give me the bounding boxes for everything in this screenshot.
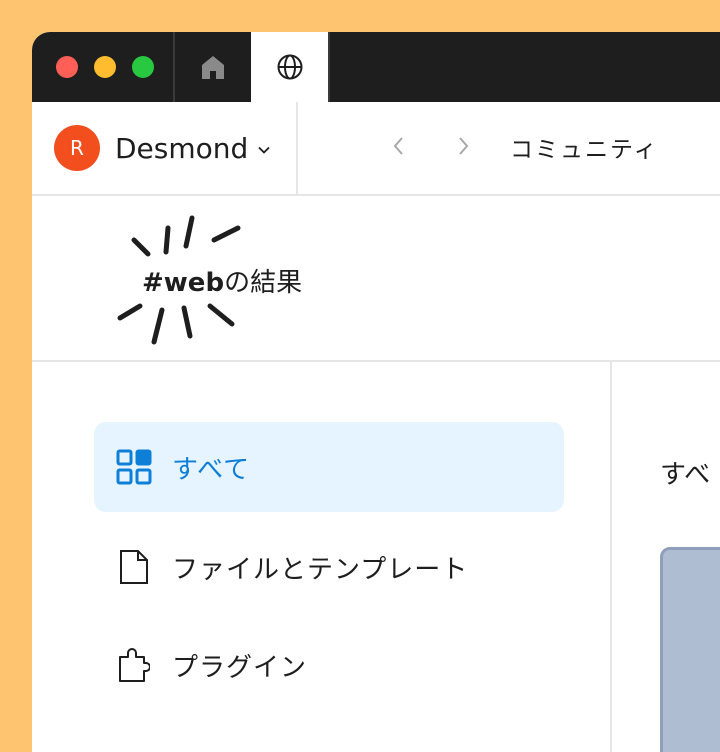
- tab-community[interactable]: [251, 32, 328, 102]
- search-tag: #web: [142, 268, 225, 298]
- sidebar-item-label: すべて: [172, 454, 251, 485]
- page-title: コミュニティ: [510, 137, 659, 163]
- filter-sidebar: すべて ファイルとテンプレート プラグイン: [32, 362, 612, 752]
- file-icon: [120, 550, 148, 584]
- globe-icon: [277, 54, 302, 80]
- chevron-down-icon: [258, 146, 270, 154]
- account-name: Desmond: [115, 131, 249, 165]
- grid-icon: [116, 449, 152, 485]
- result-preview-card[interactable]: [660, 547, 720, 752]
- forward-arrow-icon[interactable]: [454, 134, 472, 158]
- sidebar-item-label: プラグイン: [172, 652, 308, 683]
- sidebar-item-label: ファイルとテンプレート: [172, 554, 469, 585]
- sidebar-item-plugins[interactable]: プラグイン: [94, 620, 564, 710]
- close-window-button[interactable]: [56, 56, 78, 78]
- app-window: R Desmond コミュニティ #webの結果 すべて ファイルとテンプレート…: [32, 32, 720, 752]
- sidebar-item-all[interactable]: すべて: [94, 422, 564, 512]
- plugin-icon: [119, 648, 150, 682]
- results-title: #webの結果: [142, 262, 302, 299]
- back-arrow-icon[interactable]: [390, 134, 408, 158]
- home-icon: [202, 56, 224, 79]
- maximize-window-button[interactable]: [132, 56, 154, 78]
- results-header: #webの結果: [32, 196, 720, 362]
- tab-home[interactable]: [175, 32, 251, 102]
- minimize-window-button[interactable]: [94, 56, 116, 78]
- tab-divider: [328, 32, 330, 102]
- results-suffix: の結果: [224, 268, 303, 298]
- navigation-bar: R Desmond コミュニティ: [32, 102, 720, 196]
- sidebar-item-files-templates[interactable]: ファイルとテンプレート: [94, 522, 564, 612]
- account-switcher[interactable]: R Desmond: [32, 102, 298, 194]
- title-bar: [32, 32, 720, 102]
- main-section-heading: すべ: [660, 460, 711, 490]
- avatar: R: [54, 125, 100, 171]
